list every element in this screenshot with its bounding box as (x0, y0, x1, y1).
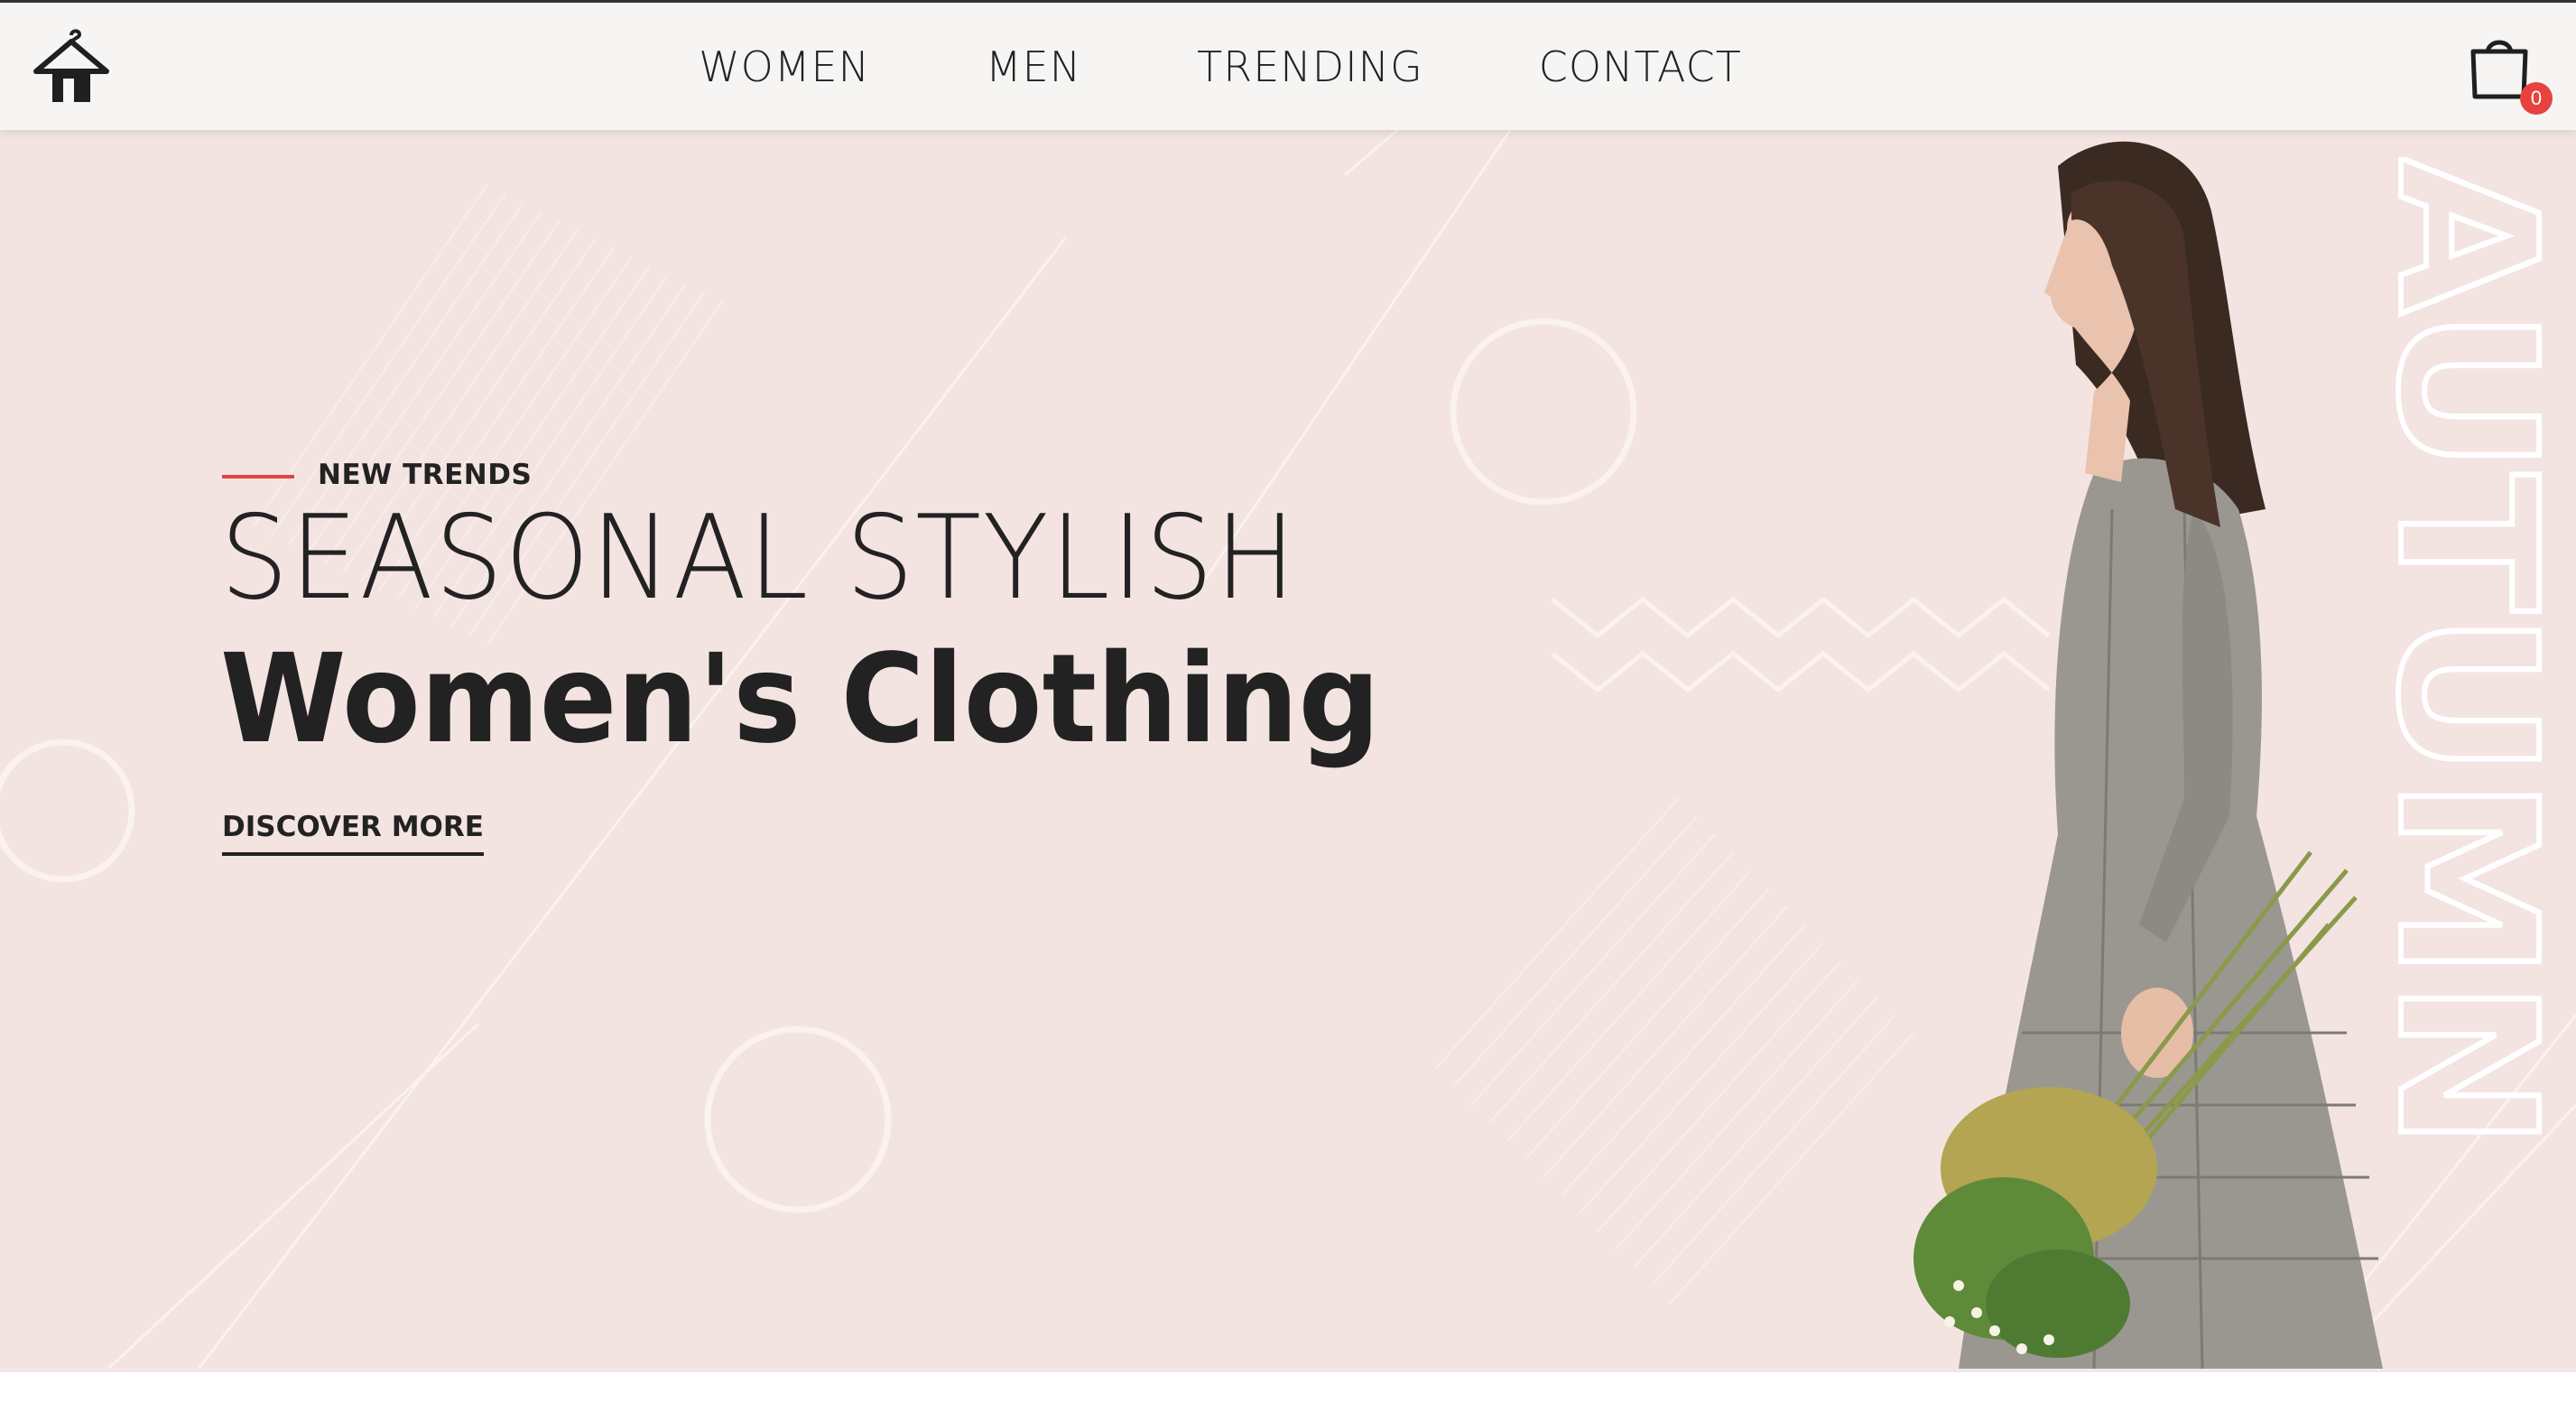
nav-men[interactable]: MEN (986, 42, 1081, 91)
cart-button[interactable]: 0 (2468, 32, 2553, 115)
hero-title-line1: SEASONAL STYLISH (220, 491, 1298, 626)
hero-banner: NEW TRENDS SEASONAL STYLISH Women's Clot… (0, 130, 2576, 1369)
hero-title-line2: Women's Clothing (220, 628, 1381, 771)
page-bottom-strip (0, 1369, 2576, 1412)
discover-more-link[interactable]: DISCOVER MORE (222, 811, 484, 856)
nav-women[interactable]: WOMEN (699, 42, 870, 91)
site-header: WOMEN MEN TRENDING CONTACT 0 (0, 0, 2576, 130)
hero-model-image (1913, 141, 2383, 1369)
cart-count-badge: 0 (2520, 82, 2553, 115)
eyebrow-accent-line (222, 475, 294, 478)
main-nav: WOMEN MEN TRENDING CONTACT (0, 3, 2576, 130)
eyebrow-label: NEW TRENDS (318, 459, 533, 491)
autumn-vertical-text: AUTUMN (2365, 157, 2563, 1153)
nav-trending[interactable]: TRENDING (1197, 42, 1423, 91)
svg-text:AUTUMN: AUTUMN (2365, 157, 2563, 1150)
nav-contact[interactable]: CONTACT (1539, 42, 1742, 91)
